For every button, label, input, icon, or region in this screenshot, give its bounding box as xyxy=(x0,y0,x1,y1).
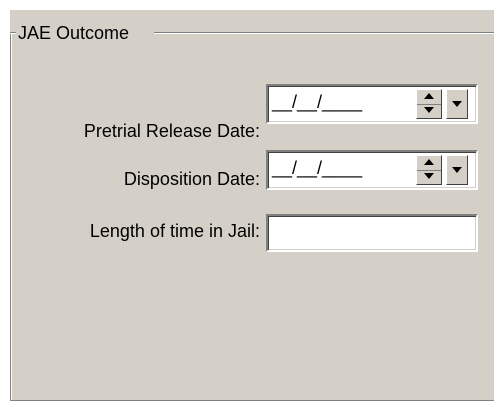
arrow-up-icon xyxy=(424,159,434,165)
chevron-down-icon xyxy=(452,167,462,173)
arrow-up-icon xyxy=(424,93,434,99)
jail-length-input[interactable] xyxy=(266,214,478,252)
groupbox-left-border xyxy=(10,32,12,402)
disposition-date-label: Disposition Date: xyxy=(123,169,260,189)
disposition-date-spinner[interactable] xyxy=(416,155,442,185)
spin-up-button[interactable] xyxy=(417,156,441,171)
disposition-date-value[interactable]: __/__/____ xyxy=(272,156,362,180)
chevron-down-icon xyxy=(452,101,462,107)
pretrial-release-date-label: Pretrial Release Date: xyxy=(83,121,260,141)
jae-outcome-panel: JAE Outcome Pretrial Release Date: __/__… xyxy=(0,0,494,406)
jail-length-label: Length of time in Jail: xyxy=(89,221,260,241)
groupbox-bottom-border xyxy=(10,400,494,402)
spin-down-button[interactable] xyxy=(417,104,441,118)
pretrial-release-date-value[interactable]: __/__/____ xyxy=(272,90,362,114)
groupbox-title: JAE Outcome xyxy=(16,22,132,44)
groupbox-top-border-right xyxy=(154,32,494,34)
arrow-down-icon xyxy=(424,107,434,113)
spin-down-button[interactable] xyxy=(417,170,441,184)
pretrial-release-date-picker[interactable]: __/__/____ xyxy=(266,84,478,124)
spin-up-button[interactable] xyxy=(417,90,441,105)
arrow-down-icon xyxy=(424,173,434,179)
pretrial-release-date-dropdown-button[interactable] xyxy=(446,89,468,119)
groupbox-background xyxy=(10,10,494,402)
pretrial-release-date-spinner[interactable] xyxy=(416,89,442,119)
disposition-date-dropdown-button[interactable] xyxy=(446,155,468,185)
disposition-date-picker[interactable]: __/__/____ xyxy=(266,150,478,190)
